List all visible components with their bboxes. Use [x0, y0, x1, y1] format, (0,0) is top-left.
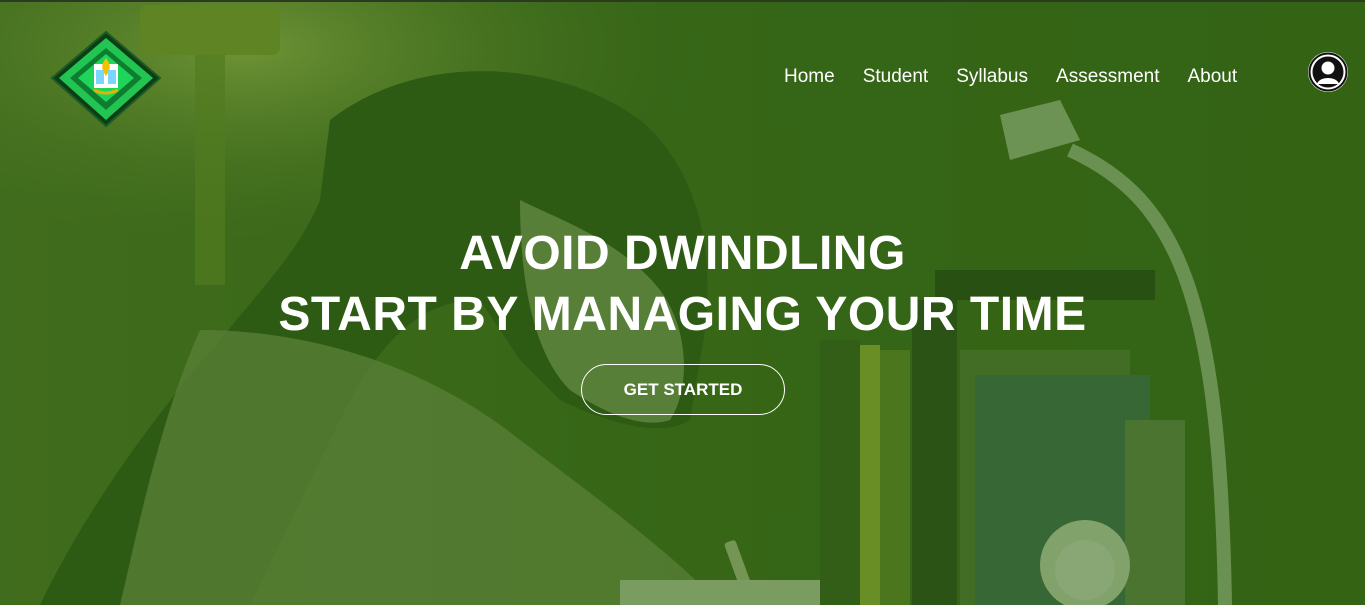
university-seal-logo[interactable]	[50, 30, 162, 128]
hero-headline-line1: AVOID DWINDLING	[459, 227, 906, 280]
hero-headline-line2: START BY MANAGING YOUR TIME	[278, 288, 1087, 341]
user-avatar-icon[interactable]	[1308, 52, 1348, 92]
nav-link-syllabus[interactable]: Syllabus	[956, 65, 1028, 89]
nav-link-about[interactable]: About	[1188, 65, 1238, 89]
main-nav: Home Student Syllabus Assessment About	[770, 65, 1265, 89]
nav-link-home[interactable]: Home	[784, 65, 835, 89]
nav-link-student[interactable]: Student	[863, 65, 929, 89]
nav-link-assessment[interactable]: Assessment	[1056, 65, 1159, 89]
hero-section: Home Student Syllabus Assessment About A…	[0, 0, 1365, 605]
get-started-button[interactable]: GET STARTED	[581, 364, 785, 415]
top-border	[0, 0, 1365, 2]
